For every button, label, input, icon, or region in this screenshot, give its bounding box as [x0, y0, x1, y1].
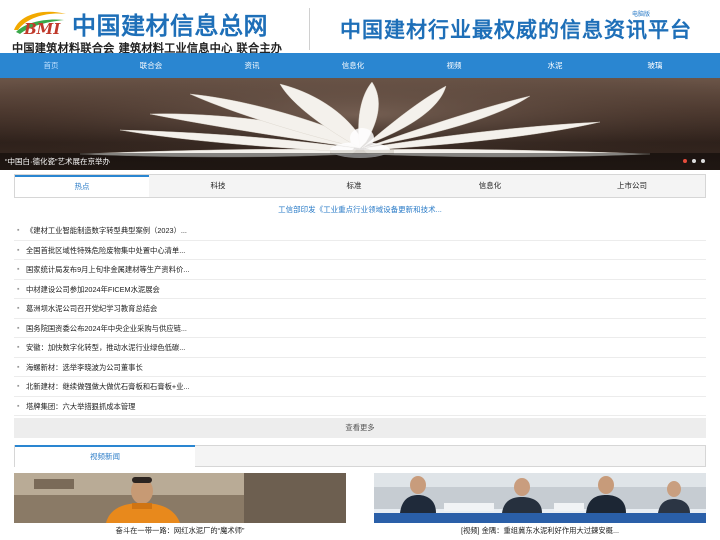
news-title[interactable]: 塔牌集团：六大举措狠抓成本管理 [26, 397, 135, 416]
bullet-icon: ▪ [17, 266, 20, 273]
banner-caption[interactable]: “中国白·德化瓷”艺术展在京举办 [5, 156, 110, 167]
tab-technology[interactable]: 科技 [151, 175, 285, 197]
video-card[interactable]: 奋斗在一带一路：网红水泥厂的“魔术师” [14, 473, 346, 537]
video-card[interactable]: [视频] 金隅：重组冀东水泥利好作用大过鍊安概... [374, 473, 706, 537]
news-title[interactable]: 葛洲坝水泥公司召开党纪学习教育总结会 [26, 299, 157, 318]
news-title[interactable]: 《建材工业智能制造数字转型典型案例（2023）... [26, 221, 187, 240]
site-slogan: 中国建材行业最权威的信息资讯平台 [340, 17, 692, 42]
news-title[interactable]: 国务院国资委公布2024年中央企业采购与供应链... [26, 319, 187, 338]
carousel-dot-2[interactable] [692, 159, 696, 163]
news-list: ▪ 《建材工业智能制造数字转型典型案例（2023）... ▪ 全国首批区域性特殊危险… [14, 221, 706, 416]
carousel-dot-3[interactable] [701, 159, 705, 163]
news-item[interactable]: ▪ 全国首批区域性特殊危险废物集中处置中心清单... [14, 241, 706, 260]
video-thumbnail[interactable] [14, 473, 346, 523]
bullet-icon: ▪ [17, 305, 20, 312]
tab-video-news[interactable]: 视频新闻 [15, 445, 195, 467]
news-item[interactable]: ▪ 海螺新材：选举李晓波为公司董事长 [14, 358, 706, 377]
nav-item-federation[interactable]: 联合会 [121, 53, 181, 78]
news-item[interactable]: ▪ 安徽：加快数字化转型，推动水泥行业绿色低碳... [14, 338, 706, 358]
carousel-dot-1[interactable] [683, 159, 687, 163]
video-caption[interactable]: 奋斗在一带一路：网红水泥厂的“魔术师” [14, 524, 346, 537]
pc-version-link[interactable]: 电脑版 [632, 9, 650, 18]
nav-item-cement[interactable]: 水泥 [525, 53, 585, 78]
news-item[interactable]: ▪ 北新建材：继续做强做大做优石膏板和石膏板+业... [14, 377, 706, 397]
video-thumbnail[interactable] [374, 473, 706, 523]
bullet-icon: ▪ [17, 402, 20, 410]
news-item[interactable]: ▪ 塔牌集团：六大举措狠抓成本管理 [14, 397, 706, 416]
news-item[interactable]: ▪ 国务院国资委公布2024年中央企业采购与供应链... [14, 319, 706, 338]
headline-link[interactable]: 工信部印发《工业重点行业领域设备更新和技术... [14, 200, 706, 220]
main-nav: 首页 联合会 资讯 信息化 视频 水泥 玻璃 [0, 53, 720, 78]
bullet-icon: ▪ [17, 363, 20, 371]
tab-informatization[interactable]: 信息化 [423, 175, 557, 197]
news-title[interactable]: 中材建设公司参加2024年FICEM水泥展会 [26, 280, 160, 299]
header-divider [309, 8, 310, 50]
tab-hot[interactable]: 热点 [15, 175, 149, 197]
news-item[interactable]: ▪ 中材建设公司参加2024年FICEM水泥展会 [14, 280, 706, 299]
nav-item-glass[interactable]: 玻璃 [625, 53, 685, 78]
site-name: 中国建材信息总网 [72, 12, 268, 40]
site-logo[interactable]: BMI 中国建材信息总网 中国建筑材料联合会 建筑材料工业信息中心 联合主办 [8, 4, 308, 55]
logo-mark-text: BMI [24, 20, 61, 38]
banner-carousel[interactable]: “中国白·德化瓷”艺术展在京举办 [0, 78, 720, 170]
news-item[interactable]: ▪ 国家统计局发布9月上旬非金属建材等生产资料价... [14, 260, 706, 280]
view-more-button[interactable]: 查看更多 [14, 418, 706, 438]
tab-listed-companies[interactable]: 上市公司 [559, 175, 705, 197]
bullet-icon: ▪ [17, 344, 20, 351]
bmi-logo-mark: BMI [10, 8, 70, 38]
site-header: BMI 中国建材信息总网 中国建筑材料联合会 建筑材料工业信息中心 联合主办 中… [0, 0, 720, 55]
news-title[interactable]: 海螺新材：选举李晓波为公司董事长 [26, 358, 143, 377]
news-title[interactable]: 国家统计局发布9月上旬非金属建材等生产资料价... [26, 260, 189, 279]
video-caption[interactable]: [视频] 金隅：重组冀东水泥利好作用大过鍊安概... [374, 524, 706, 537]
bullet-icon: ▪ [17, 324, 20, 332]
bullet-icon: ▪ [17, 285, 20, 293]
video-thumbnail-image [374, 473, 706, 523]
news-item[interactable]: ▪ 葛洲坝水泥公司召开党纪学习教育总结会 [14, 299, 706, 319]
video-section-tabs: 视频新闻 [14, 445, 706, 467]
nav-item-video[interactable]: 视频 [424, 53, 484, 78]
news-title[interactable]: 全国首批区域性特殊危险废物集中处置中心清单... [26, 241, 185, 260]
news-item[interactable]: ▪ 《建材工业智能制造数字转型典型案例（2023）... [14, 221, 706, 241]
news-title[interactable]: 安徽：加快数字化转型，推动水泥行业绿色低碳... [26, 338, 185, 357]
bullet-icon: ▪ [17, 227, 20, 234]
nav-item-home[interactable]: 首页 [21, 53, 81, 78]
video-thumbnail-image [14, 473, 346, 523]
news-title[interactable]: 北新建材：继续做强做大做优石膏板和石膏板+业... [26, 377, 190, 396]
tab-standards[interactable]: 标准 [287, 175, 421, 197]
news-category-tabs: 热点 科技 标准 信息化 上市公司 [14, 174, 706, 198]
bullet-icon: ▪ [17, 383, 20, 390]
bullet-icon: ▪ [17, 246, 20, 254]
nav-item-news[interactable]: 资讯 [222, 53, 282, 78]
nav-item-informatization[interactable]: 信息化 [323, 53, 383, 78]
